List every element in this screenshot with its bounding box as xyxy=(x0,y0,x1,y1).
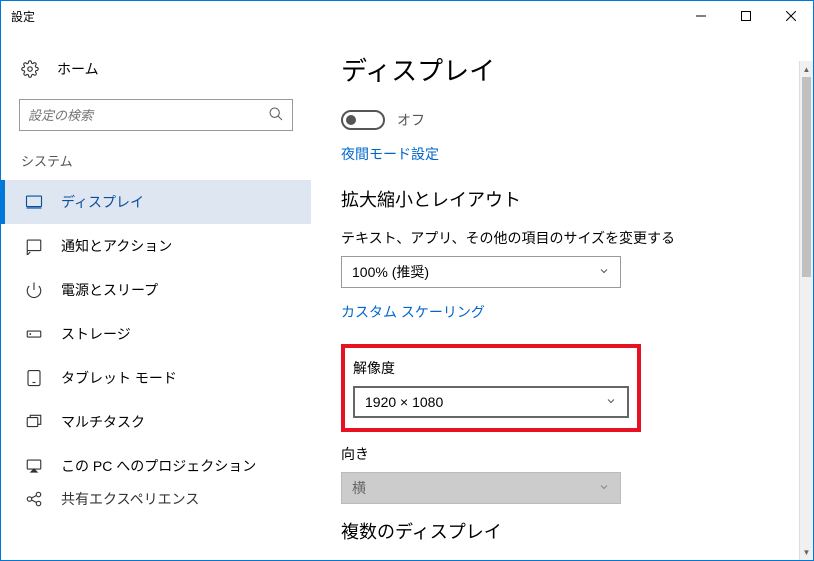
maximize-button[interactable] xyxy=(723,1,768,31)
sidebar-item-power[interactable]: 電源とスリープ xyxy=(1,268,311,312)
sidebar-item-storage[interactable]: ストレージ xyxy=(1,312,311,356)
orientation-label: 向き xyxy=(341,444,783,464)
sidebar-item-label: ディスプレイ xyxy=(61,192,144,212)
scrollbar[interactable]: ▲ ▼ xyxy=(799,61,813,560)
search-input[interactable] xyxy=(19,99,293,131)
scale-value: 100% (推奨) xyxy=(352,262,598,282)
scroll-down-icon[interactable]: ▼ xyxy=(800,544,813,560)
titlebar: 設定 xyxy=(1,1,813,31)
shared-icon xyxy=(25,490,43,508)
orientation-dropdown[interactable]: 横 xyxy=(341,472,621,504)
tablet-icon xyxy=(25,369,43,387)
search-icon xyxy=(268,106,284,125)
window-title: 設定 xyxy=(11,8,35,25)
gear-icon xyxy=(21,60,39,78)
nightlight-settings-link[interactable]: 夜間モード設定 xyxy=(341,144,783,164)
sidebar-item-shared[interactable]: 共有エクスペリエンス xyxy=(1,488,311,510)
sidebar-item-projection[interactable]: この PC へのプロジェクション xyxy=(1,444,311,488)
sidebar-item-label: 電源とスリープ xyxy=(61,280,158,300)
projection-icon xyxy=(25,457,43,475)
multitask-icon xyxy=(25,413,43,431)
resolution-label: 解像度 xyxy=(353,358,629,378)
home-nav[interactable]: ホーム xyxy=(1,51,311,93)
resolution-value: 1920 × 1080 xyxy=(365,394,605,410)
chevron-down-icon xyxy=(598,265,610,280)
toggle-state-label: オフ xyxy=(397,110,425,130)
sidebar-item-label: タブレット モード xyxy=(61,368,177,388)
close-button[interactable] xyxy=(768,1,813,31)
multi-display-heading: 複数のディスプレイ xyxy=(341,518,783,544)
orientation-value: 横 xyxy=(352,478,598,498)
chevron-down-icon xyxy=(598,481,610,496)
minimize-button[interactable] xyxy=(678,1,723,31)
notifications-icon xyxy=(25,237,43,255)
home-label: ホーム xyxy=(57,59,99,79)
sidebar-item-tablet[interactable]: タブレット モード xyxy=(1,356,311,400)
resolution-highlight: 解像度 1920 × 1080 xyxy=(341,344,641,432)
power-icon xyxy=(25,281,43,299)
scrollbar-thumb[interactable] xyxy=(802,77,811,277)
layout-heading: 拡大縮小とレイアウト xyxy=(341,186,783,212)
page-title: ディスプレイ xyxy=(341,51,783,88)
sidebar-item-label: ストレージ xyxy=(61,324,131,344)
sidebar-item-label: この PC へのプロジェクション xyxy=(61,456,256,476)
sidebar-item-label: 通知とアクション xyxy=(61,236,172,256)
sidebar-item-label: 共有エクスペリエンス xyxy=(61,489,199,509)
scale-dropdown[interactable]: 100% (推奨) xyxy=(341,256,621,288)
window-controls xyxy=(678,1,813,31)
search-field[interactable] xyxy=(28,108,268,123)
display-icon xyxy=(25,193,43,211)
sidebar-item-multitask[interactable]: マルチタスク xyxy=(1,400,311,444)
category-label: システム xyxy=(1,151,311,180)
nightlight-toggle[interactable] xyxy=(341,110,385,130)
nightlight-toggle-row: オフ xyxy=(341,110,783,130)
sidebar: ホーム システム ディスプレイ 通知とアクション xyxy=(1,31,311,560)
chevron-down-icon xyxy=(605,395,617,410)
scale-label: テキスト、アプリ、その他の項目のサイズを変更する xyxy=(341,228,783,248)
custom-scaling-link[interactable]: カスタム スケーリング xyxy=(341,302,783,322)
resolution-dropdown[interactable]: 1920 × 1080 xyxy=(353,386,629,418)
sidebar-item-label: マルチタスク xyxy=(61,412,145,432)
sidebar-item-notifications[interactable]: 通知とアクション xyxy=(1,224,311,268)
storage-icon xyxy=(25,325,43,343)
content-pane: ディスプレイ オフ 夜間モード設定 拡大縮小とレイアウト テキスト、アプリ、その… xyxy=(311,31,813,560)
scroll-up-icon[interactable]: ▲ xyxy=(800,61,813,77)
sidebar-item-display[interactable]: ディスプレイ xyxy=(1,180,311,224)
